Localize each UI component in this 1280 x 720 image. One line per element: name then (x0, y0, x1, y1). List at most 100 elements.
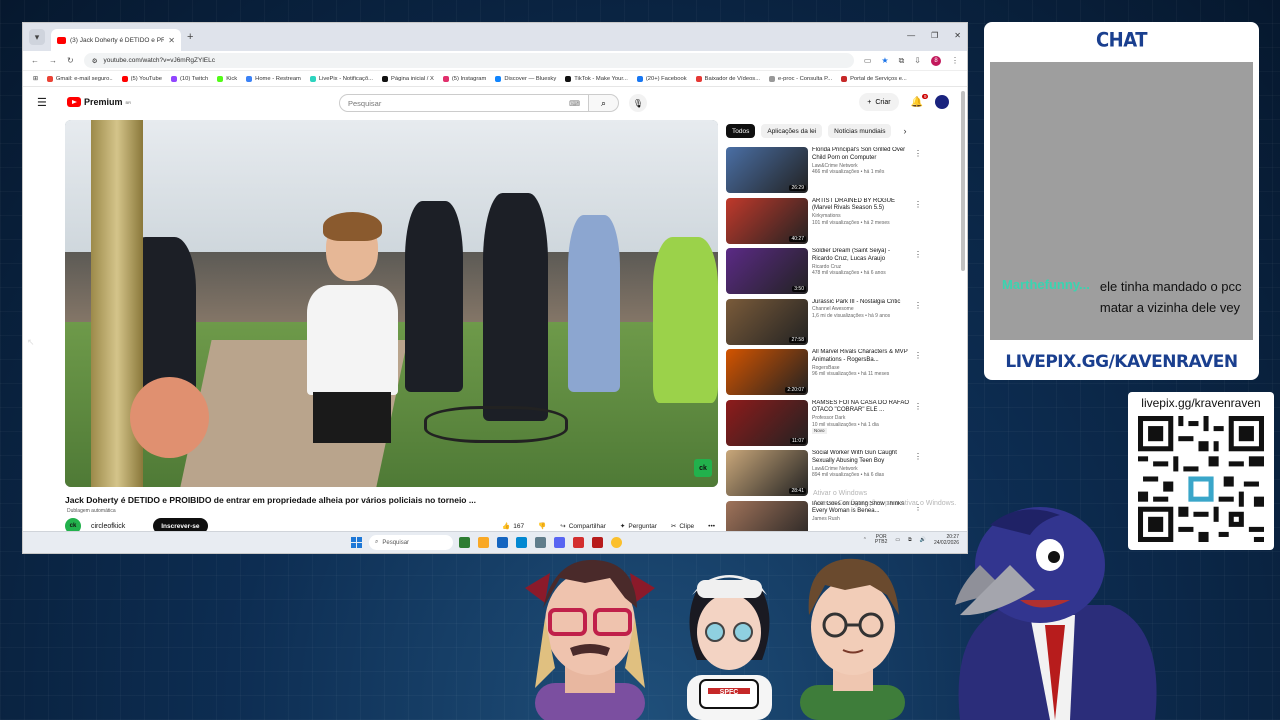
network-icon[interactable]: ⧉ (908, 537, 912, 543)
taskbar-app-icon[interactable] (497, 537, 508, 548)
bookmark-item[interactable]: (5) YouTube (121, 75, 162, 82)
downloads-icon[interactable]: ⇩ (914, 56, 921, 65)
search-button[interactable]: ⌕ (589, 94, 619, 112)
search-input[interactable]: Pesquisar ⌨ (339, 94, 589, 112)
discord-icon[interactable] (554, 537, 565, 548)
bookmark-item[interactable]: Home - Restream (246, 75, 301, 82)
more-actions-button[interactable]: ••• (708, 523, 715, 530)
settings-icon[interactable] (535, 537, 546, 548)
bookmark-star-icon[interactable]: ★ (881, 56, 888, 65)
filter-chip[interactable]: Notícias mundiais (828, 124, 892, 138)
more-options-icon[interactable]: ⋮ (914, 301, 922, 310)
taskbar-app-icon[interactable] (459, 537, 470, 548)
recommendation-channel: James Rush (812, 516, 840, 523)
recommendation-stats: 1,6 mi de visualizações • há 9 anos (812, 312, 891, 319)
bookmark-item[interactable]: e-proc - Consulta P... (769, 75, 832, 82)
minimize-icon[interactable]: — (907, 31, 915, 40)
recommendation-thumbnail[interactable]: 27:58 (726, 298, 808, 345)
bookmark-item[interactable]: Baixador de Vídeos... (695, 75, 760, 82)
hamburger-menu-icon[interactable]: ☰ (37, 96, 67, 109)
bookmark-item[interactable]: Página inicial / X (382, 75, 434, 82)
chrome-icon[interactable] (611, 537, 622, 548)
create-button[interactable]: + Criar (859, 93, 899, 111)
more-options-icon[interactable]: ⋮ (914, 200, 922, 209)
keyboard-language[interactable]: POR PTB2 (875, 534, 888, 546)
voice-search-button[interactable]: 🎙 (629, 94, 647, 112)
recommendation-item[interactable]: 40:27 ARTIST DRAINED BY ROGUE (Marvel Riv… (726, 197, 926, 249)
address-bar[interactable]: ⚙ youtube.com/watch?v=vJ6mRgZYlELc (83, 53, 854, 68)
maximize-icon[interactable]: ❐ (931, 31, 938, 40)
bookmark-item[interactable]: (20+) Facebook (636, 75, 687, 82)
notifications-button[interactable]: 🔔 9 (911, 93, 928, 108)
bookmark-favicon-icon (695, 75, 702, 82)
filter-chip[interactable]: Aplicações da lei (761, 124, 823, 138)
bookmark-item[interactable]: Portal de Serviços e... (841, 75, 907, 82)
apps-grid-icon[interactable]: ⊞ (33, 76, 38, 82)
reload-icon[interactable]: ↻ (67, 56, 74, 65)
more-options-icon[interactable]: ⋮ (914, 149, 922, 158)
tab-search-icon[interactable]: ▾ (29, 29, 45, 45)
windows-start-icon[interactable] (351, 537, 362, 548)
more-options-icon[interactable]: ⋮ (914, 250, 922, 259)
monitor-icon[interactable]: ▭ (895, 537, 900, 543)
bookmark-item[interactable]: (10) Twitch (170, 75, 208, 82)
channel-name[interactable]: circleofkick (91, 523, 125, 530)
avatar-raven-character (955, 507, 1157, 720)
taskbar-app-icon[interactable] (516, 537, 527, 548)
recommendation-item[interactable]: 11:07 RAMSES FOI NA CASA DO RAFAO OTACO "… (726, 399, 926, 451)
filter-chip[interactable]: Todos (726, 124, 756, 138)
recommendation-thumbnail[interactable]: 40:27 (726, 197, 808, 244)
bookmark-item[interactable]: Kick (217, 75, 237, 82)
share-button[interactable]: ↪ Compartilhar (560, 522, 606, 531)
file-explorer-icon[interactable] (478, 537, 489, 548)
browser-tab-active[interactable]: (3) Jack Doherty é DETIDO e PR... ✕ (51, 29, 181, 51)
profile-avatar[interactable]: 8 (931, 55, 941, 66)
site-info-icon[interactable]: ⚙ (92, 57, 98, 65)
new-tab-icon[interactable]: + (187, 31, 193, 43)
taskbar-app-icon[interactable] (592, 537, 603, 548)
bookmark-item[interactable]: Discover — Bluesky (495, 75, 556, 82)
video-bystander (567, 215, 621, 392)
recommendation-item[interactable]: 26:29 Florida Principal's Son Grilled Ove… (726, 147, 926, 198)
youtube-logo[interactable]: Premium BR (67, 97, 131, 107)
volume-icon[interactable]: 🔊 (920, 537, 926, 543)
mouse-cursor-icon: ↖ (27, 337, 35, 347)
extensions-icon[interactable]: ⧉ (899, 56, 905, 66)
bookmark-item[interactable]: TikTok - Make Your... (565, 75, 628, 82)
recommendation-thumbnail[interactable]: 3:50 (726, 248, 808, 294)
more-options-icon[interactable]: ⋮ (914, 452, 922, 461)
recommendation-item[interactable]: 27:58 Jurassic Park III - Nostalgia Criti… (726, 298, 926, 350)
recommendation-title: Jurassic Park III - Nostalgia Critic (812, 298, 901, 305)
tab-close-icon[interactable]: ✕ (168, 36, 175, 45)
cast-icon[interactable]: ▭ (864, 56, 872, 65)
more-options-icon[interactable]: ⋮ (914, 402, 922, 411)
chat-username: Marthefunny... (1002, 277, 1090, 292)
more-options-icon[interactable]: ⋮ (914, 351, 922, 360)
more-dots-icon: ••• (708, 522, 715, 530)
taskbar-search[interactable]: ⌕ Pesquisar (369, 535, 453, 550)
taskbar-app-icon[interactable] (573, 537, 584, 548)
like-button[interactable]: 👍 167 (502, 522, 524, 531)
dislike-button[interactable]: 👎 (538, 522, 546, 530)
video-player[interactable]: ck (65, 120, 718, 487)
ask-button[interactable]: ✦ Perguntar (620, 522, 657, 531)
recommendation-thumbnail[interactable]: 26:29 (726, 147, 808, 193)
bookmark-item[interactable]: Gmail: e-mail seguro.. (46, 75, 113, 82)
chips-next-icon[interactable]: › (903, 126, 906, 136)
bookmark-item[interactable]: LivePix - Notificaçõ... (309, 75, 373, 82)
back-icon[interactable]: ← (31, 56, 39, 65)
account-avatar[interactable] (935, 95, 949, 109)
close-window-icon[interactable]: ✕ (954, 31, 961, 40)
menu-dots-icon[interactable]: ⋮ (951, 56, 959, 65)
bookmark-item[interactable]: (5) Instagram (442, 75, 486, 82)
page-scrollbar[interactable] (961, 91, 965, 271)
recommendation-thumbnail[interactable]: 2:20:07 (726, 349, 808, 395)
forward-icon[interactable]: → (49, 56, 57, 65)
recommendation-item[interactable]: 2:20:07 All Marvel Rivals Characters & MV… (726, 349, 926, 400)
keyboard-icon[interactable]: ⌨ (569, 99, 580, 108)
recommendation-thumbnail[interactable]: 28:41 (726, 450, 808, 496)
recommendation-thumbnail[interactable]: 11:07 (726, 399, 808, 446)
clip-button[interactable]: ✂ Clipe (671, 522, 694, 531)
recommendation-item[interactable]: 3:50 Soldier Dream (Saint Seiya) - Ricard… (726, 248, 926, 299)
tray-chevron-icon[interactable]: ⌃ (863, 537, 867, 543)
